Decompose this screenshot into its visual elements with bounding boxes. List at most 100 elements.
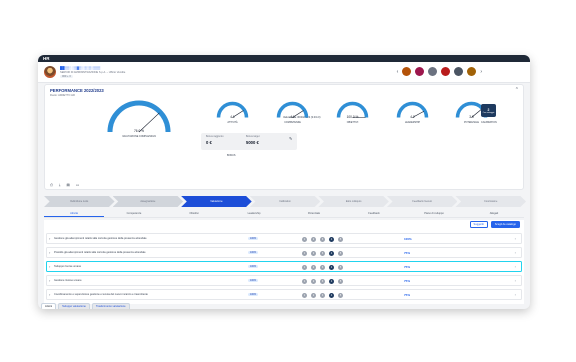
rating-dot[interactable]: 1 [302,251,307,256]
gauge-value: 100.0 % [346,114,359,119]
rating-dot[interactable]: 1 [302,279,307,284]
tab-5[interactable]: Feedback [344,211,404,217]
step-item[interactable]: Calibration [249,196,321,207]
rating-dot[interactable]: 1 [302,293,307,298]
step-item[interactable]: Conclusione [455,196,527,207]
step-item[interactable]: Definizione ruolo [44,196,115,207]
rating-dot[interactable]: 2 [311,265,316,270]
step-item[interactable]: Feedback ricevuto [386,196,458,207]
gauge-overall: 76.0 % VALUTAZIONE COMPLESSIVA [105,98,173,138]
rating-dot[interactable]: 2 [311,237,316,242]
app-window: HR ██▒▒░ ░▒▓▒░ ▒░▒░▒▒▒ SERVIZI DI AMMINI… [38,55,530,309]
tab-0[interactable]: Attività [44,211,104,217]
chevron-right-icon[interactable]: › [515,264,516,269]
rating-dot[interactable]: 4 [329,237,334,242]
list-item[interactable]: › Gestione già adempimenti relativi alla… [46,233,522,244]
tab-3[interactable]: Leadership [224,211,284,217]
rating-dot[interactable]: 3 [320,293,325,298]
expand-icon[interactable]: › [49,236,50,241]
download-icon[interactable]: ⤓ [59,183,61,187]
expand-icon[interactable]: › [49,250,50,255]
peer-avatar[interactable] [467,67,477,76]
rating-dot[interactable]: 2 [311,279,316,284]
gauge-value: 4.1 [290,114,295,119]
calibration-sub: Con vantaggio [482,111,495,114]
peer-avatar[interactable] [415,67,425,76]
rating-dot[interactable]: 1 [302,265,307,270]
tab-7[interactable]: Allegati [464,211,524,217]
item-score: 75% [404,250,411,255]
edit-icon[interactable]: ✎ [289,136,292,141]
item-score: 100% [404,236,412,241]
rating-dot[interactable]: 3 [320,279,325,284]
tab-1[interactable]: Competenze [104,211,164,217]
chevron-right-icon[interactable]: › [515,278,516,283]
rating-dot[interactable]: 4 [329,279,334,284]
expand-icon[interactable]: › [49,278,50,283]
rating-dot[interactable]: 3 [320,237,325,242]
list-item[interactable]: › Gestione risorse umane 100% 12345 75% … [46,275,522,286]
weight-badge: 100% [248,278,259,282]
app-logo: HR [43,56,50,61]
avatar[interactable] [44,66,56,78]
chevron-left-icon[interactable]: ‹ [397,69,399,75]
chart-icon[interactable]: ▤ [66,183,69,187]
rating-dot[interactable]: 3 [320,251,325,256]
rating-dot[interactable]: 3 [320,265,325,270]
section-tabs: Attività Competenze Obiettivi Leadership Pot… [44,211,524,218]
gauge-label: LEADERSHIP [404,120,421,124]
bottom-tab-0[interactable]: Azioni [41,303,57,309]
weight-badge: 100% [248,292,259,296]
user-tag: 000 + 3 [60,75,73,78]
item-score: 75% [404,264,411,269]
rating-dot[interactable]: 4 [329,251,334,256]
rating-dot[interactable]: 5 [338,237,343,242]
peer-avatar[interactable] [454,67,464,76]
bottom-tab-2[interactable]: Trasferimento valutazione [91,303,130,309]
item-score: 75% [404,292,411,297]
gauge-obiettivi: 100.0 % OBIETTIVI [335,100,370,124]
list-item[interactable]: › Presidio già adempimenti relativi alla… [46,247,522,258]
rating-dot[interactable]: 2 [311,251,316,256]
chevron-right-icon[interactable]: › [515,250,516,255]
print-icon[interactable]: ⎙ [50,183,53,187]
calibration-box[interactable]: 2 Con vantaggio [481,104,496,117]
panel-subtitle: Ruolo: ADDETTO HR [50,94,75,97]
rating-dot[interactable]: 5 [338,279,343,284]
workflow-stepper: Definizione ruolo Assegnazione Valutazione… [44,196,527,207]
rating-dot[interactable]: 4 [329,265,334,270]
rating-dot[interactable]: 5 [338,251,343,256]
step-item[interactable]: Esito colloquio [318,196,389,207]
step-item[interactable]: Assegnazione [112,196,184,207]
message-icon[interactable]: ▭ [76,183,79,187]
rating-scale: 12345 [302,293,343,298]
tab-6[interactable]: Piano di sviluppo [404,211,464,217]
rating-dot[interactable]: 5 [338,265,343,270]
tab-2[interactable]: Obiettivi [164,211,224,217]
rating-dot[interactable]: 4 [329,293,334,298]
chevron-right-icon[interactable]: › [515,292,516,297]
gauge-value: 76.0 % [134,129,144,133]
catalog-button[interactable]: Scegli da catalogo [490,221,520,228]
tab-4[interactable]: Potenziale [284,211,344,217]
peer-avatar[interactable] [428,67,438,76]
suggested-button[interactable]: Suggeriti [469,221,488,228]
list-item[interactable]: › Sviluppo risorse umane 100% 12345 75% … [46,261,522,272]
bonus-target: Bonus target 5000 € [246,135,260,145]
rating-dot[interactable]: 5 [338,293,343,298]
chevron-right-icon[interactable]: › [480,69,482,75]
peer-avatar[interactable] [402,67,412,76]
expand-icon[interactable]: › [49,292,50,297]
chevron-up-icon[interactable]: ⌃ [515,87,519,93]
chevron-right-icon[interactable]: › [515,236,516,241]
bottom-tab-1[interactable]: Sviluppo valutazione [58,303,90,309]
list-item[interactable]: › Coordinamento e supervisione gestione … [46,289,522,300]
expand-icon[interactable]: › [49,264,50,269]
step-item[interactable]: Valutazione [181,196,252,207]
weight-badge: 100% [248,236,259,240]
gauge-leadership: 4.2 LEADERSHIP [395,100,430,124]
rating-dot[interactable]: 2 [311,293,316,298]
gauge-label: OBIETTIVI [346,120,359,124]
rating-dot[interactable]: 1 [302,237,307,242]
peer-avatar[interactable] [441,67,451,76]
